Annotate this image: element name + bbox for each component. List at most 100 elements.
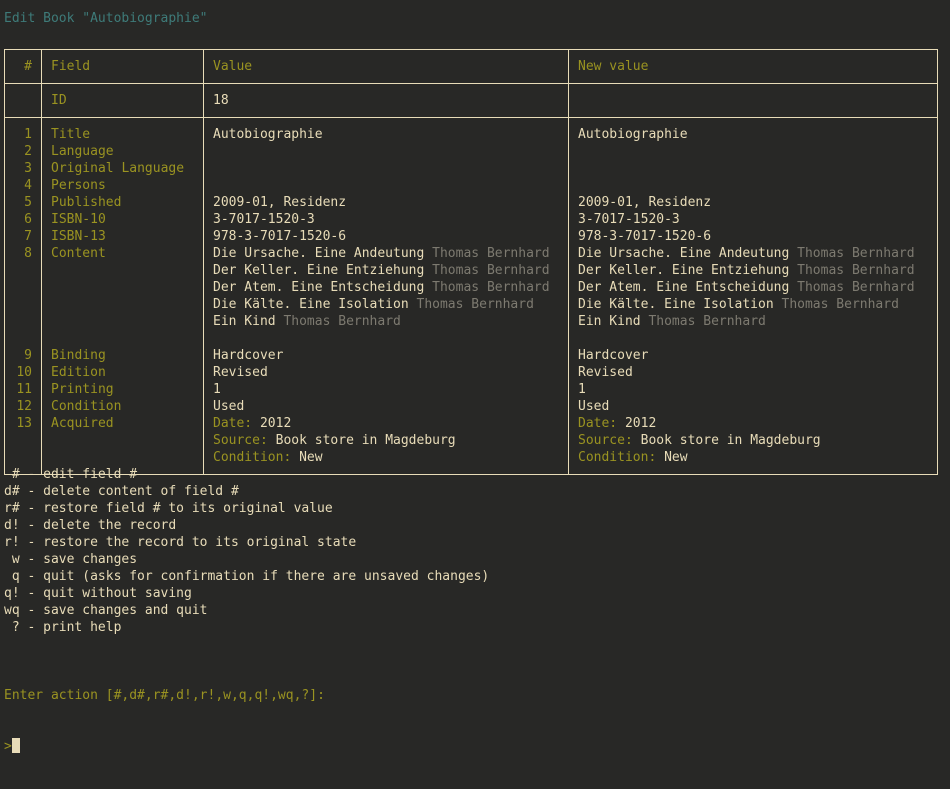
new-value: Ein Kind Thomas Bernhard	[578, 313, 937, 330]
row-number: 6	[24, 212, 32, 227]
content-author: Thomas Bernhard	[283, 314, 401, 329]
acquired-label: Condition:	[578, 450, 665, 465]
row-number: 10	[16, 365, 32, 380]
acquired-value: 2012	[624, 416, 657, 431]
table-header-row: # Field Value New value	[4, 49, 938, 84]
command-input[interactable]: >	[4, 738, 325, 755]
field-name: Edition	[51, 365, 106, 380]
field-name: Condition	[51, 399, 122, 414]
record-edit-table: # Field Value New value ID 18 1 2 3 4 5 …	[4, 49, 938, 475]
help-command-key: r#	[4, 501, 20, 516]
help-description: save changes and quit	[43, 603, 208, 618]
row-number-list: 12345678 9 10 11 12 13	[5, 118, 41, 474]
help-separator: -	[19, 501, 44, 516]
acquired-value: 2012	[259, 416, 292, 431]
current-value	[213, 143, 568, 160]
current-value: 3-7017-1520-3	[213, 211, 568, 228]
row-number	[5, 432, 32, 449]
field-name: ISBN-10	[51, 212, 106, 227]
field-name: Binding	[51, 348, 106, 363]
prompt-area: Enter action [#,d#,r#,d!,r!,w,q,q!,wq,?]…	[4, 653, 325, 789]
prompt-instruction: Enter action [#,d#,r#,d!,r!,w,q,q!,wq,?]…	[4, 688, 325, 703]
new-value: Autobiographie	[578, 126, 937, 143]
header-number-label: #	[24, 59, 32, 74]
acquired-label: Date:	[578, 416, 625, 431]
row-number: 12	[16, 399, 32, 414]
row-number: 2	[24, 144, 32, 159]
content-work-title: Die Ursache. Eine Andeutung	[578, 246, 798, 261]
current-value: Die Ursache. Eine Andeutung Thomas Bernh…	[213, 245, 568, 262]
field-value: Hardcover	[578, 348, 649, 363]
new-value	[578, 143, 937, 160]
content-work-title: Der Atem. Eine Entscheidung	[213, 280, 433, 295]
row-number: 3	[24, 161, 32, 176]
header-cell-field: Field	[41, 49, 204, 84]
field-value: 3-7017-1520-3	[213, 212, 315, 227]
field-value: 1	[213, 382, 221, 397]
field-value: Revised	[578, 365, 633, 380]
new-value: Hardcover	[578, 347, 937, 364]
body-numbers-cell: 12345678 9 10 11 12 13	[4, 117, 42, 475]
id-row-field: ID	[41, 83, 204, 118]
current-value: Der Keller. Eine Entziehung Thomas Bernh…	[213, 262, 568, 279]
field-value: Hardcover	[213, 348, 284, 363]
field-value: Autobiographie	[213, 127, 323, 142]
new-value: Revised	[578, 364, 937, 381]
field-name: Acquired	[51, 416, 114, 431]
help-description: delete content of field #	[43, 484, 239, 499]
help-line: d# - delete content of field #	[4, 483, 489, 500]
body-new-values-cell: Autobiographie 2009-01, Residenz 3-7017-15…	[568, 117, 938, 475]
row-number: 9	[24, 348, 32, 363]
field-name: Title	[51, 127, 91, 142]
help-description: print help	[43, 620, 122, 635]
current-value: Hardcover	[213, 347, 568, 364]
help-command-key: #	[11, 467, 20, 482]
new-value: Der Keller. Eine Entziehung Thomas Bernh…	[578, 262, 937, 279]
header-new-value-label: New value	[578, 59, 649, 74]
row-number: 5	[24, 195, 32, 210]
field-value: 3-7017-1520-3	[578, 212, 680, 227]
help-line: w - save changes	[4, 551, 489, 568]
help-line: d! - delete the record	[4, 517, 489, 534]
field-name: Printing	[51, 382, 114, 397]
field-value: Used	[578, 399, 610, 414]
content-author: Thomas Bernhard	[432, 263, 550, 278]
body-values-cell: Autobiographie 2009-01, Residenz 3-7017-15…	[203, 117, 569, 475]
row-number: 13	[16, 416, 32, 431]
content-work-title: Die Kälte. Eine Isolation	[213, 297, 417, 312]
help-description: quit without saving	[43, 586, 192, 601]
acquired-value: Book store in Magdeburg	[275, 433, 456, 448]
help-command-key: w	[11, 552, 20, 567]
acquired-value: Book store in Magdeburg	[640, 433, 821, 448]
help-line: q! - quit without saving	[4, 585, 489, 602]
help-separator: -	[19, 484, 44, 499]
new-value: Condition: New	[578, 449, 937, 466]
current-value: 2009-01, Residenz	[213, 194, 568, 211]
field-value: 2009-01, Residenz	[213, 195, 347, 210]
help-command-key: d#	[4, 484, 20, 499]
acquired-label: Source:	[578, 433, 641, 448]
acquired-label: Condition:	[213, 450, 300, 465]
content-author: Thomas Bernhard	[648, 314, 766, 329]
acquired-value: New	[299, 450, 323, 465]
prompt-symbol: >	[4, 739, 12, 754]
new-value: Die Kälte. Eine Isolation Thomas Bernhar…	[578, 296, 937, 313]
content-author: Thomas Bernhard	[432, 280, 550, 295]
new-value: Der Atem. Eine Entscheidung Thomas Bernh…	[578, 279, 937, 296]
row-number: 4	[24, 178, 32, 193]
help-command-key: d!	[4, 518, 20, 533]
help-separator: -	[19, 552, 44, 567]
new-value: Source: Book store in Magdeburg	[578, 432, 937, 449]
row-number	[5, 279, 32, 296]
help-command-key: q	[11, 569, 20, 584]
field-value: Autobiographie	[578, 127, 688, 142]
row-number	[5, 296, 32, 313]
help-line: q - quit (asks for confirmation if there…	[4, 568, 489, 585]
content-author: Thomas Bernhard	[432, 246, 550, 261]
new-value: Used	[578, 398, 937, 415]
current-value: Used	[213, 398, 568, 415]
header-value-label: Value	[213, 59, 253, 74]
